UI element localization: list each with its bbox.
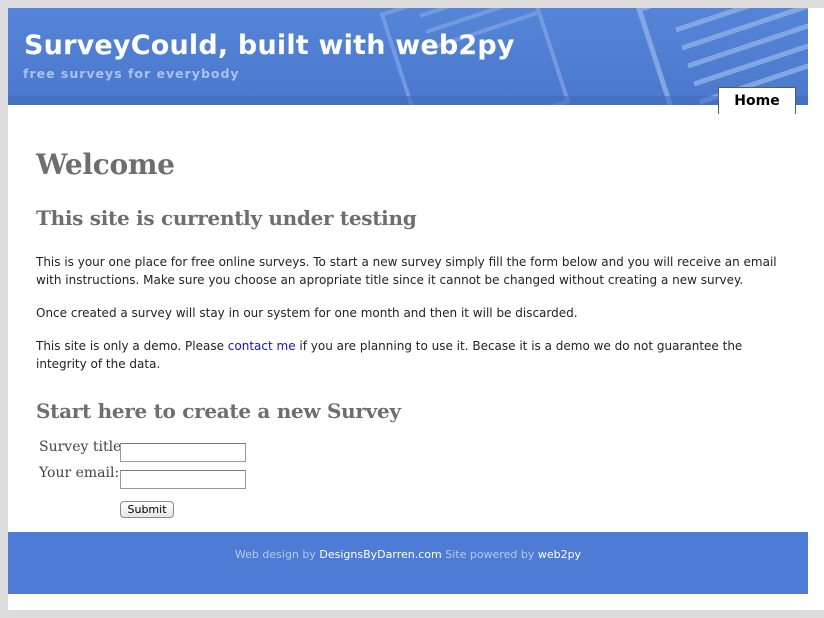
create-survey-heading: Start here to create a new Survey bbox=[36, 399, 401, 423]
email-input[interactable] bbox=[120, 470, 246, 489]
contact-me-link[interactable]: contact me bbox=[228, 339, 296, 353]
footer-credits: Web design by DesignsByDarren.com Site p… bbox=[8, 548, 808, 561]
site-tagline: free surveys for everybody bbox=[23, 66, 240, 81]
page-title: Welcome bbox=[36, 148, 175, 181]
lifetime-paragraph: Once created a survey will stay in our s… bbox=[36, 306, 578, 320]
testing-heading: This site is currently under testing bbox=[36, 206, 417, 230]
submit-button[interactable]: Submit bbox=[120, 501, 174, 518]
site-title: SurveyCould, built with web2py bbox=[24, 30, 515, 61]
site-header: SurveyCould, built with web2py free surv… bbox=[8, 8, 808, 105]
survey-title-label: Survey title: bbox=[39, 439, 127, 455]
site-footer: Web design by DesignsByDarren.com Site p… bbox=[8, 532, 808, 594]
intro-paragraph: This is your one place for free online s… bbox=[36, 255, 777, 287]
tab-home[interactable]: Home bbox=[718, 87, 796, 114]
main-content: Welcome This site is currently under tes… bbox=[36, 143, 796, 518]
designer-link[interactable]: DesignsByDarren.com bbox=[319, 548, 441, 561]
footer-design-prefix: Web design by bbox=[234, 548, 320, 561]
demo-text-before: This site is only a demo. Please bbox=[36, 339, 228, 353]
footer-powered-prefix: Site powered by bbox=[441, 548, 538, 561]
demo-paragraph: This site is only a demo. Please contact… bbox=[36, 337, 796, 373]
web2py-link[interactable]: web2py bbox=[538, 548, 581, 561]
survey-title-input[interactable] bbox=[120, 443, 246, 462]
email-label: Your email: bbox=[39, 465, 120, 481]
